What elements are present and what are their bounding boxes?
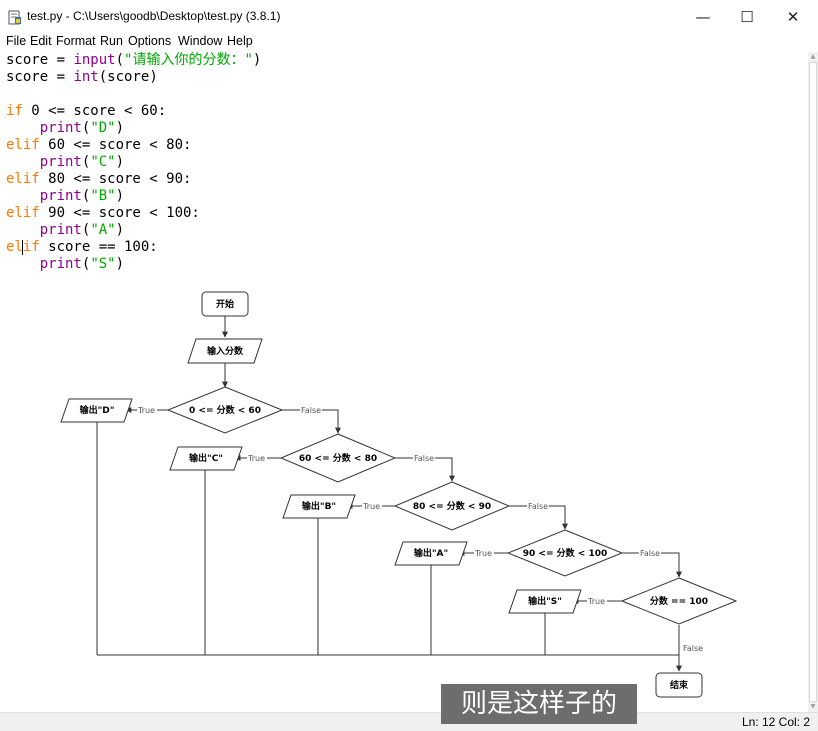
- output-c-label: 输出"C": [189, 452, 223, 464]
- decision-2-label: 60 <= 分数 < 80: [299, 452, 377, 464]
- output-b-label: 输出"B": [302, 500, 336, 512]
- output-s-label: 输出"S": [528, 595, 562, 607]
- vertical-scrollbar[interactable]: ▲ ▼: [808, 52, 818, 712]
- edge-false-5: False: [683, 644, 703, 653]
- scroll-down-icon[interactable]: ▼: [808, 702, 818, 712]
- decision-3-label: 80 <= 分数 < 90: [413, 500, 491, 512]
- edge-true-2: True: [247, 454, 265, 463]
- decision-4-label: 90 <= 分数 < 100: [523, 547, 607, 559]
- end-label: 结束: [670, 679, 689, 691]
- edge-true-4: True: [474, 549, 492, 558]
- scroll-thumb[interactable]: [809, 62, 817, 702]
- input-label: 输入分数: [207, 345, 244, 357]
- decision-1-label: 0 <= 分数 < 60: [189, 404, 261, 416]
- edge-false-2: False: [414, 454, 434, 463]
- edge-true-3: True: [362, 502, 380, 511]
- edge-false-3: False: [528, 502, 548, 511]
- output-d-label: 输出"D": [80, 404, 115, 416]
- start-label: 开始: [216, 298, 234, 310]
- output-a-label: 输出"A": [414, 547, 448, 559]
- video-subtitle: 则是这样子的: [441, 684, 637, 724]
- cursor-position: Ln: 12 Col: 2: [741, 715, 810, 729]
- edge-true-1: True: [137, 406, 155, 415]
- status-bar: Ln: 12 Col: 2: [0, 712, 818, 731]
- decision-5-label: 分数 == 100: [650, 595, 708, 607]
- edge-false-4: False: [640, 549, 660, 558]
- flowchart-diagram: True False True False True False True Fa…: [60, 291, 738, 698]
- edge-false-1: False: [301, 406, 321, 415]
- scroll-up-icon[interactable]: ▲: [808, 52, 818, 62]
- edge-true-5: True: [587, 597, 605, 606]
